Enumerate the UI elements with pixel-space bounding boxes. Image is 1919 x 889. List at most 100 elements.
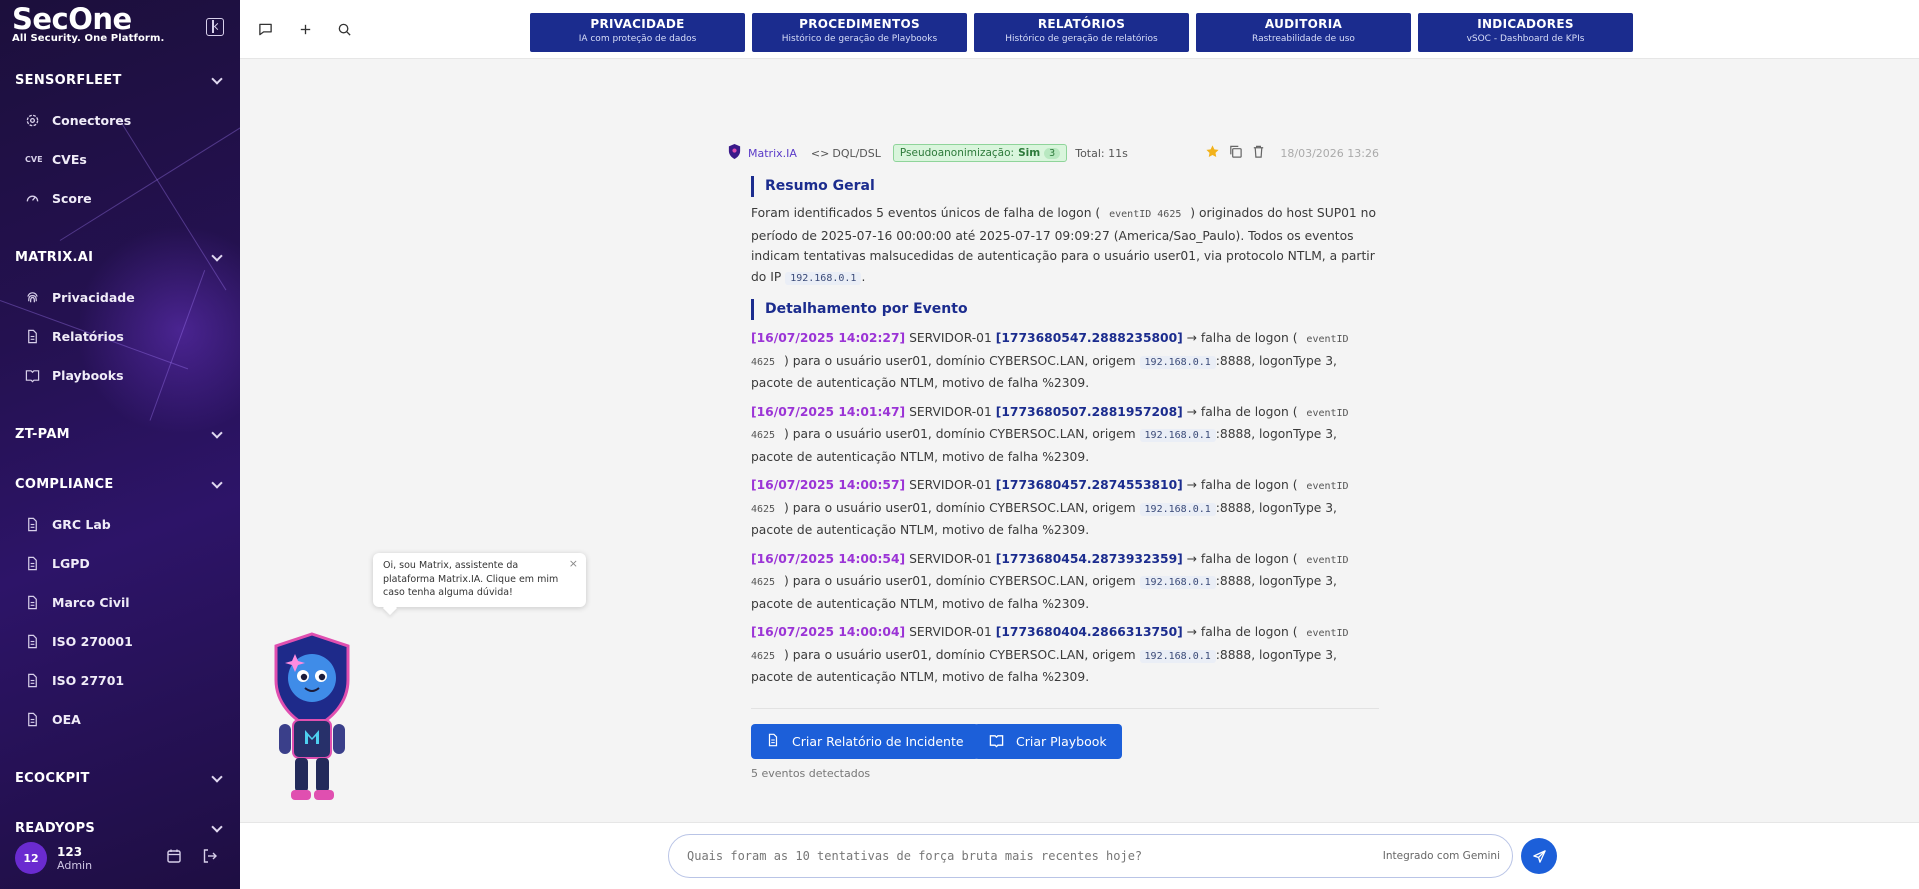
section-sensorfleet[interactable]: SENSORFLEET [15, 72, 225, 88]
sidebar-item-label: Playbooks [52, 368, 124, 383]
sidebar-item-label: Score [52, 191, 92, 206]
chat-input[interactable] [687, 849, 1383, 863]
nav-subtitle: vSOC - Dashboard de KPIs [1466, 34, 1585, 44]
section-zt-pam[interactable]: ZT-PAM [15, 426, 225, 442]
user-profile[interactable]: 12 123 Admin [15, 842, 92, 874]
event-timestamp: [16/07/2025 14:00:57] [751, 478, 906, 492]
sidebar-item-oea[interactable]: OEA [25, 712, 81, 727]
document-icon [25, 595, 40, 610]
event-host: SERVIDOR-01 [909, 551, 992, 566]
gear-icon [25, 113, 40, 128]
section-label: MATRIX.AI [15, 250, 94, 265]
brand-tagline: All Security. One Platform. [12, 33, 165, 44]
nav-title: AUDITORIA [1264, 17, 1343, 31]
message-timestamp: 18/03/2026 13:26 [1280, 146, 1379, 160]
event-id-code: eventID 4625 [1109, 209, 1182, 220]
summary-text: Foram identificados 5 eventos únicos de … [751, 203, 1379, 289]
event-timestamp: [16/07/2025 14:02:27] [751, 331, 906, 345]
ip-code: 192.168.0.1 [1139, 649, 1216, 663]
event-id: [1773680507.2881957208] [995, 404, 1183, 419]
close-icon[interactable]: × [569, 557, 578, 571]
section-matrix-ai[interactable]: MATRIX.AI [15, 249, 225, 265]
sidebar-item-score[interactable]: Score [25, 191, 92, 206]
event-timestamp: [16/07/2025 14:00:04] [751, 625, 906, 639]
event-timestamp: [16/07/2025 14:00:54] [751, 551, 906, 566]
event-arrow: → falha de logon ( [1186, 551, 1298, 566]
plus-icon[interactable] [298, 22, 314, 38]
nav-title: PRIVACIDADE [590, 17, 685, 31]
sidebar-item-grc-lab[interactable]: GRC Lab [25, 517, 111, 532]
book-icon [989, 733, 1004, 751]
nav-relatorios[interactable]: RELATÓRIOS Histórico de geração de relat… [974, 13, 1189, 52]
ip-code: 192.168.0.1 [1139, 355, 1216, 369]
query-type[interactable]: <> DQL/DSL [811, 147, 881, 160]
star-icon[interactable] [1205, 144, 1220, 162]
button-label: Criar Playbook [1016, 734, 1107, 749]
message-header: Matrix.IA <> DQL/DSL Pseudoanonimização: … [727, 142, 1379, 164]
section-compliance[interactable]: COMPLIANCE [15, 476, 225, 492]
pseudo-label: Pseudoanonimização: [899, 147, 1015, 159]
nav-title: PROCEDIMENTOS [799, 17, 920, 31]
brand-logo[interactable]: SecOne All Security. One Platform. [12, 2, 164, 44]
sidebar-item-lgpd[interactable]: LGPD [25, 556, 90, 571]
event-arrow: → falha de logon ( [1186, 625, 1298, 639]
event-mid: ) para o usuário user01, domínio CYBERSO… [784, 500, 1136, 515]
calendar-icon[interactable] [166, 848, 184, 866]
pseudo-value: Sim [1018, 147, 1041, 159]
search-icon[interactable] [337, 22, 353, 38]
summary-part: Foram identificados 5 eventos únicos de … [751, 206, 1101, 220]
sidebar-item-relatorios[interactable]: Relatórios [25, 329, 124, 344]
pseudo-count: 3 [1044, 147, 1061, 159]
copy-icon[interactable] [1228, 144, 1243, 162]
section-ecockpit[interactable]: ECOCKPIT [15, 770, 225, 786]
ip-code: 192.168.0.1 [1139, 576, 1216, 589]
sidebar-item-conectores[interactable]: Conectores [25, 113, 131, 128]
detail-title: Detalhamento por Evento [751, 299, 1379, 320]
document-icon [766, 733, 780, 750]
matrix-assistant-mascot[interactable] [265, 630, 360, 805]
chevron-down-icon [211, 249, 223, 262]
sidebar-item-iso-27701[interactable]: ISO 27701 [25, 673, 124, 688]
create-incident-report-button[interactable]: Criar Relatório de Incidente [751, 724, 979, 759]
section-readyops[interactable]: READYOPS [15, 820, 225, 836]
sidebar-item-label: CVEs [52, 152, 87, 167]
section-label: READYOPS [15, 821, 96, 836]
nav-indicadores[interactable]: INDICADORES vSOC - Dashboard de KPIs [1418, 13, 1633, 52]
logout-icon[interactable] [202, 848, 220, 866]
trash-icon[interactable] [1251, 144, 1266, 162]
assistant-tooltip: Oi, sou Matrix, assistente da plataforma… [373, 553, 586, 607]
create-playbook-button[interactable]: Criar Playbook [974, 724, 1122, 759]
nav-procedimentos[interactable]: PROCEDIMENTOS Histórico de geração de Pl… [752, 13, 967, 52]
sidebar-item-playbooks[interactable]: Playbooks [25, 368, 124, 383]
sidebar-item-label: Conectores [52, 113, 132, 128]
chevron-down-icon [211, 476, 223, 489]
sidebar: SecOne All Security. One Platform. SENSO… [0, 0, 240, 889]
sidebar-item-marco-civil[interactable]: Marco Civil [25, 595, 130, 610]
chevron-down-icon [211, 770, 223, 783]
book-icon [25, 368, 40, 383]
chevron-down-icon [211, 426, 223, 439]
event-entry: [16/07/2025 14:01:47] SERVIDOR-01 [17736… [751, 402, 1379, 468]
collapse-sidebar-icon[interactable] [206, 18, 224, 36]
section-label: COMPLIANCE [15, 477, 114, 492]
send-icon [1532, 849, 1546, 863]
chevron-down-icon [211, 820, 223, 833]
user-name: 123 [57, 844, 83, 859]
message-author[interactable]: Matrix.IA [748, 147, 797, 160]
send-button[interactable] [1521, 838, 1557, 874]
event-id: [1773680547.2888235800] [995, 331, 1183, 345]
event-host: SERVIDOR-01 [909, 478, 992, 492]
fingerprint-icon [25, 290, 40, 305]
sidebar-item-cves[interactable]: CVE CVEs [25, 152, 87, 167]
divider [751, 708, 1379, 709]
sidebar-item-label: ISO 27701 [52, 673, 125, 688]
sidebar-item-iso-270001[interactable]: ISO 270001 [25, 634, 133, 649]
sidebar-item-privacidade[interactable]: Privacidade [25, 290, 135, 305]
nav-auditoria[interactable]: AUDITORIA Rastreabilidade de uso [1196, 13, 1411, 52]
chat-icon[interactable] [258, 22, 274, 38]
nav-privacidade[interactable]: PRIVACIDADE IA com proteção de dados [530, 13, 745, 52]
section-label: SENSORFLEET [15, 73, 122, 88]
section-label: ECOCKPIT [15, 771, 90, 786]
message-body: Resumo Geral Foram identificados 5 event… [751, 176, 1379, 688]
document-icon [25, 329, 40, 344]
